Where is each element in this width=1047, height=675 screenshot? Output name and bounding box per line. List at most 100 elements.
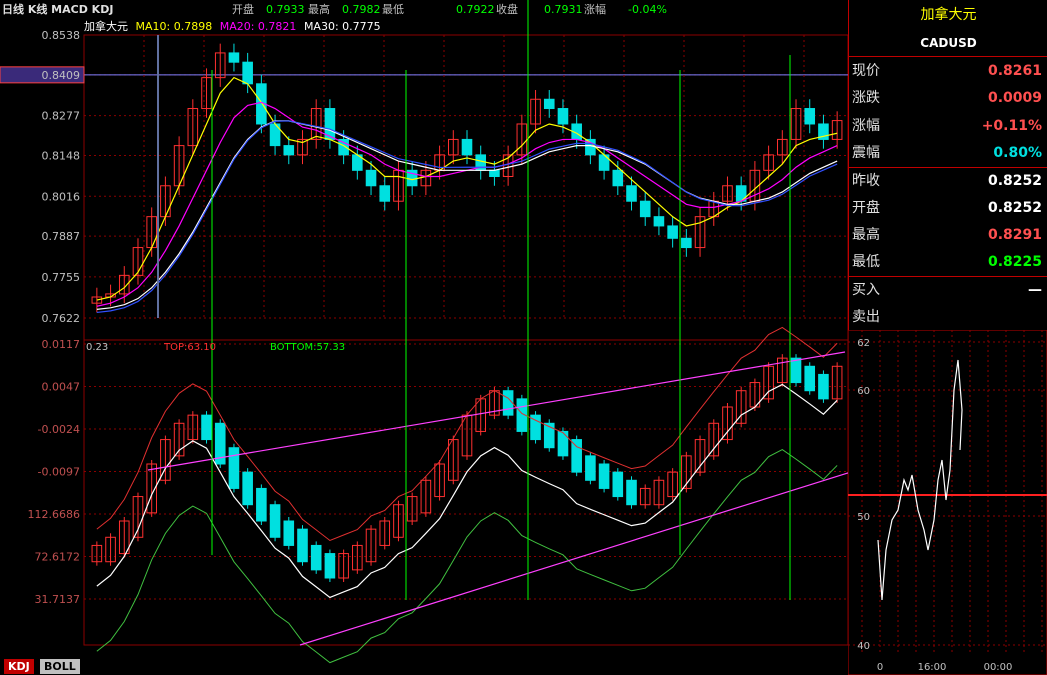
quote-row-label: 最低 bbox=[852, 254, 880, 271]
candle-body bbox=[639, 200, 651, 218]
quote-row-value: 0.8261 bbox=[987, 63, 1042, 79]
candle-body bbox=[557, 108, 569, 125]
kdj-bar bbox=[297, 528, 308, 563]
kdj-bar bbox=[310, 544, 322, 571]
upper-channel-line bbox=[147, 351, 846, 471]
kdj-tick-label: 72.6172 bbox=[35, 551, 81, 564]
kdj-top-label: TOP:63.10 bbox=[163, 342, 216, 353]
kdj-bar bbox=[324, 553, 336, 579]
intraday-tick-label: 60 bbox=[857, 386, 870, 397]
quote-row-value: 0.8252 bbox=[987, 199, 1042, 216]
quote-row-label: 涨幅 bbox=[852, 117, 880, 134]
kdj-lower-band bbox=[96, 448, 838, 664]
moving-average-lines bbox=[96, 76, 838, 314]
kdj-bar bbox=[502, 390, 514, 416]
kdj-bar bbox=[790, 357, 802, 384]
candle-body bbox=[242, 61, 253, 85]
kdj-bar bbox=[585, 455, 596, 481]
candle-body bbox=[489, 169, 500, 177]
quote-row-label: 涨跌 bbox=[852, 90, 880, 107]
high-value: 0.7982 bbox=[342, 3, 381, 16]
quote-row: 开盘 0.8252 bbox=[849, 195, 1047, 222]
tab-boll[interactable]: BOLL bbox=[40, 659, 80, 674]
intraday-tick-label: 40 bbox=[857, 641, 870, 652]
price-tick-label: 0.8016 bbox=[42, 190, 81, 203]
intraday-time-label: 16:00 bbox=[918, 662, 947, 673]
candlestick-series bbox=[91, 43, 843, 313]
open-label: 开盘 bbox=[232, 3, 254, 16]
quote-row: 卖出 bbox=[849, 304, 1047, 331]
quote-row-value: +0.11% bbox=[981, 117, 1042, 134]
kdj-bar bbox=[256, 487, 267, 522]
candle-body bbox=[626, 185, 637, 202]
kdj-value-label: 0.23 bbox=[86, 342, 108, 353]
high-label: 最高 bbox=[308, 3, 330, 16]
price-tick-label: 0.7622 bbox=[42, 312, 81, 325]
legend-ma10: MA10: 0.7898 bbox=[135, 20, 213, 33]
chart-title: 日线 K线 MACD KDJ bbox=[2, 3, 114, 16]
quote-row: 涨幅 +0.11% bbox=[849, 113, 1047, 140]
chart-grid bbox=[83, 34, 849, 646]
quote-row-value: 0.8291 bbox=[987, 226, 1042, 243]
chart-header: 日线 K线 MACD KDJ 开盘 0.7933 最高 0.7982 最低 0.… bbox=[0, 0, 848, 20]
quote-row-label: 买入 bbox=[852, 282, 880, 299]
quote-row: 最高 0.8291 bbox=[849, 222, 1047, 249]
legend-instrument: 加拿大元 bbox=[84, 20, 128, 33]
legend-ma30: MA30: 0.7775 bbox=[303, 20, 381, 33]
quote-title: 加拿大元 bbox=[920, 7, 977, 23]
quote-row: 震幅 0.80% bbox=[849, 140, 1047, 167]
kdj-indicator bbox=[91, 326, 843, 664]
quote-row-label: 现价 bbox=[852, 63, 880, 79]
price-tick-label: 0.7887 bbox=[42, 230, 81, 243]
candle-body bbox=[338, 138, 349, 156]
price-tick-label: 0.8409 bbox=[42, 69, 81, 82]
kdj-bar bbox=[571, 439, 582, 473]
candle-body bbox=[667, 225, 678, 239]
change-value: -0.04% bbox=[628, 3, 667, 16]
candle-body bbox=[283, 145, 295, 156]
candle-body bbox=[653, 216, 665, 227]
quote-row-value: 0.8252 bbox=[987, 173, 1042, 190]
candle-body bbox=[681, 237, 692, 249]
intraday-frame bbox=[848, 330, 1047, 675]
kdj-bar bbox=[626, 479, 637, 506]
candle-body bbox=[543, 98, 555, 110]
quote-row: 昨收 0.8252 bbox=[849, 167, 1047, 195]
kdj-bar bbox=[201, 414, 212, 441]
ma-line-1 bbox=[96, 76, 838, 301]
kdj-bar bbox=[269, 504, 281, 538]
kdj-bar bbox=[557, 430, 569, 457]
kdj-tick-label: 112.6686 bbox=[28, 508, 81, 521]
price-tick-label: 0.7755 bbox=[42, 271, 81, 284]
low-label: 最低 bbox=[382, 3, 404, 16]
kdj-bar bbox=[242, 471, 253, 506]
quote-row-label: 震幅 bbox=[852, 144, 880, 161]
quote-row-value: 0.8225 bbox=[987, 254, 1042, 271]
kdj-tick-label: 0.0117 bbox=[42, 338, 81, 351]
quote-row: 最低 0.8225 bbox=[849, 249, 1047, 276]
price-tick-label: 0.8148 bbox=[42, 149, 81, 162]
kdj-bar bbox=[804, 365, 816, 392]
close-label: 收盘 bbox=[496, 3, 518, 16]
price-tick-label: 0.8538 bbox=[42, 29, 81, 42]
kdj-bar bbox=[228, 447, 240, 489]
intraday-tick-label: 50 bbox=[857, 512, 870, 523]
tab-kdj[interactable]: KDJ bbox=[4, 659, 34, 674]
price-tick-label: 0.8277 bbox=[42, 110, 81, 123]
quote-row-label: 开盘 bbox=[852, 199, 880, 216]
kdj-tick-label: 31.7137 bbox=[35, 593, 81, 606]
kdj-bar bbox=[283, 520, 295, 546]
candle-body bbox=[228, 52, 240, 63]
quote-row: 现价 0.8261 bbox=[849, 58, 1047, 85]
candle-body bbox=[804, 108, 816, 125]
intraday-chart: 62 60 50 40 0 16:00 00:00 bbox=[848, 330, 1047, 675]
quote-row-value: 0.80% bbox=[993, 144, 1042, 161]
change-label: 涨幅 bbox=[584, 3, 606, 16]
low-value: 0.7922 bbox=[456, 3, 495, 16]
candle-body bbox=[379, 185, 391, 202]
quote-row: 涨跌 0.0009 bbox=[849, 85, 1047, 112]
quote-panel: 加拿大元 CADUSD 现价 0.8261 涨跌 0.0009 涨幅 +0.11% 震幅 0.… bbox=[848, 0, 1047, 330]
open-value: 0.7933 bbox=[266, 3, 305, 16]
kdj-bottom-label: BOTTOM:57.33 bbox=[270, 342, 345, 353]
kdj-bar bbox=[612, 471, 624, 498]
